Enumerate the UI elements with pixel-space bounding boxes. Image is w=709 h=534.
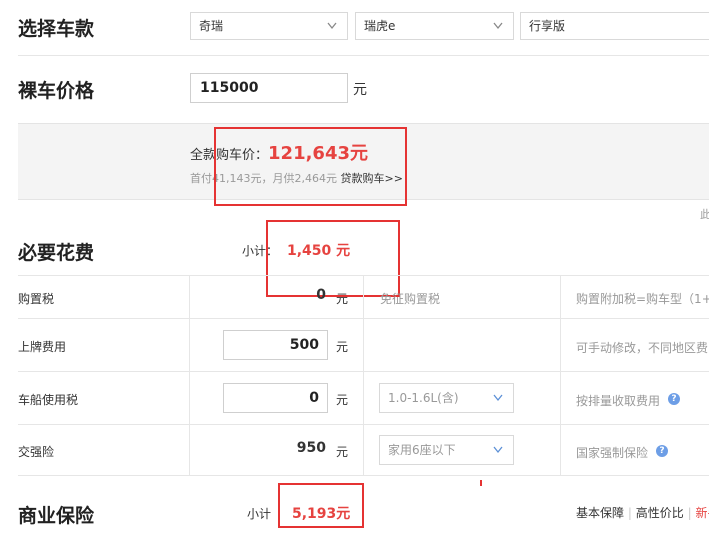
- registration-fee-input[interactable]: 500: [223, 330, 328, 360]
- compulsory-insurance-note: 国家强制保险: [576, 446, 649, 460]
- divider: [18, 55, 709, 56]
- divider: [18, 475, 709, 476]
- highlight-box-required: [266, 220, 400, 297]
- help-icon[interactable]: ?: [668, 393, 680, 405]
- select-car-title: 选择车款: [18, 18, 95, 40]
- purchase-tax-option: 免征购置税: [380, 292, 441, 306]
- purchase-tax-note: 购置附加税=购车型（1+: [576, 292, 709, 306]
- row-purchase-tax-label: 购置税: [18, 292, 55, 306]
- highlight-box-total: [214, 127, 407, 206]
- compulsory-insurance-unit: 元: [336, 445, 349, 459]
- trim-select[interactable]: 行享版: [520, 12, 709, 40]
- chevron-down-icon: [493, 22, 503, 30]
- column-divider: [189, 275, 190, 475]
- trim-select-value: 行享版: [529, 19, 566, 33]
- brand-select-value: 奇瑞: [199, 19, 224, 33]
- registration-fee-unit: 元: [336, 340, 349, 354]
- purchase-tax-unit: 元: [336, 292, 349, 306]
- displacement-select[interactable]: 1.0-1.6L(含): [379, 383, 514, 413]
- column-divider: [363, 275, 364, 475]
- vehicle-tax-unit: 元: [336, 393, 349, 407]
- row-compulsory-insurance-label: 交强险: [18, 445, 55, 459]
- purchase-tax-value: 0: [316, 287, 326, 303]
- divider: [18, 371, 709, 372]
- row-registration-label: 上牌费用: [18, 340, 67, 354]
- seat-type-select[interactable]: 家用6座以下: [379, 435, 514, 465]
- red-marker: [480, 480, 482, 486]
- bare-price-title: 裸车价格: [18, 80, 95, 102]
- registration-fee-note: 可手动修改，不同地区费: [576, 341, 709, 355]
- plan-divider: |: [627, 506, 632, 520]
- insurance-plan-tabs: 基本保障 | 高性价比 | 新手: [576, 504, 709, 521]
- vehicle-tax-input[interactable]: 0: [223, 383, 328, 413]
- displacement-select-value: 1.0-1.6L(含): [388, 391, 459, 405]
- row-vehicle-tax-label: 车船使用税: [18, 393, 79, 407]
- chevron-down-icon: [327, 22, 337, 30]
- plan-divider: |: [687, 506, 692, 520]
- highlight-box-commercial: [278, 483, 364, 528]
- compulsory-insurance-value: 950: [296, 440, 326, 456]
- seat-type-select-value: 家用6座以下: [388, 443, 456, 457]
- chevron-down-icon: [493, 394, 503, 402]
- plan-value[interactable]: 高性价比: [636, 506, 684, 520]
- vehicle-tax-note: 按排量收取费用: [576, 394, 661, 408]
- commercial-title: 商业保险: [18, 505, 95, 527]
- help-icon[interactable]: ?: [656, 445, 668, 457]
- plan-basic[interactable]: 基本保障: [576, 506, 624, 520]
- plan-newbie[interactable]: 新手: [695, 506, 709, 520]
- brand-select[interactable]: 奇瑞: [190, 12, 348, 40]
- commercial-subtotal-label: 小计: [247, 507, 272, 521]
- model-select[interactable]: 瑞虎e: [355, 12, 514, 40]
- divider: [18, 318, 709, 319]
- bare-price-unit: 元: [353, 82, 367, 98]
- side-fragment: 此: [700, 208, 709, 221]
- required-title: 必要花费: [18, 242, 95, 264]
- column-divider: [560, 275, 561, 475]
- bare-price-input[interactable]: 115000: [190, 73, 348, 103]
- chevron-down-icon: [493, 446, 503, 454]
- divider: [18, 424, 709, 425]
- model-select-value: 瑞虎e: [364, 19, 396, 33]
